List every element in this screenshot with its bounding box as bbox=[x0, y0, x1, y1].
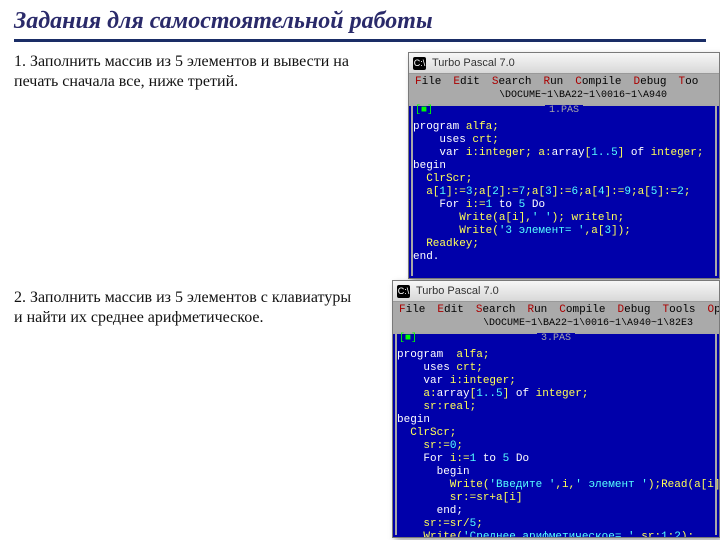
task-1-text: 1. Заполнить массив из 5 элементов и выв… bbox=[14, 52, 354, 92]
menu-run[interactable]: Run bbox=[537, 75, 569, 89]
path-bar: \DOCUME~1\BA22~1\0016~1\A940 bbox=[409, 90, 719, 104]
close-marker[interactable]: [■] bbox=[399, 333, 417, 344]
ide-window-2: C:\ Turbo Pascal 7.0 File Edit Search Ru… bbox=[392, 280, 720, 538]
editor-border-right bbox=[715, 103, 717, 276]
menu-file[interactable]: File bbox=[409, 75, 447, 89]
file-name: 1.PAS bbox=[545, 105, 583, 116]
path-bar: \DOCUME~1\BA22~1\0016~1\A940~1\82E3 bbox=[393, 318, 719, 332]
window-title: Turbo Pascal 7.0 bbox=[432, 57, 515, 69]
menu-compile[interactable]: Compile bbox=[553, 303, 611, 317]
title-rule bbox=[14, 39, 706, 42]
menu-search[interactable]: Search bbox=[470, 303, 522, 317]
close-marker[interactable]: [■] bbox=[415, 105, 433, 116]
menu-bar: File Edit Search Run Compile Debug Too bbox=[409, 74, 719, 90]
menu-options[interactable]: Opt bbox=[702, 303, 719, 317]
menu-debug[interactable]: Debug bbox=[612, 303, 657, 317]
app-icon: C:\ bbox=[397, 285, 410, 298]
menu-tools[interactable]: Too bbox=[673, 75, 705, 89]
window-titlebar: C:\ Turbo Pascal 7.0 bbox=[393, 281, 719, 302]
menu-tools[interactable]: Tools bbox=[657, 303, 702, 317]
content-area: 1. Заполнить массив из 5 элементов и выв… bbox=[0, 52, 720, 532]
menu-debug[interactable]: Debug bbox=[628, 75, 673, 89]
menu-file[interactable]: File bbox=[393, 303, 431, 317]
menu-edit[interactable]: Edit bbox=[447, 75, 485, 89]
menu-bar: File Edit Search Run Compile Debug Tools… bbox=[393, 302, 719, 318]
menu-compile[interactable]: Compile bbox=[569, 75, 627, 89]
editor-border-left bbox=[395, 331, 397, 535]
window-title: Turbo Pascal 7.0 bbox=[416, 285, 499, 297]
window-titlebar: C:\ Turbo Pascal 7.0 bbox=[409, 53, 719, 74]
menu-search[interactable]: Search bbox=[486, 75, 538, 89]
editor-border-left bbox=[411, 103, 413, 276]
task-2-text: 2. Заполнить массив из 5 элементов с кла… bbox=[14, 288, 354, 328]
editor-border-right bbox=[715, 331, 717, 535]
app-icon: C:\ bbox=[413, 57, 426, 70]
editor-header: [■] 1.PAS bbox=[409, 104, 719, 119]
code-area[interactable]: program alfa; uses crt; var i:integer; a… bbox=[393, 347, 719, 538]
ide-window-1: C:\ Turbo Pascal 7.0 File Edit Search Ru… bbox=[408, 52, 720, 279]
menu-run[interactable]: Run bbox=[521, 303, 553, 317]
editor-header: [■] 3.PAS bbox=[393, 332, 719, 347]
code-area[interactable]: program alfa; uses crt; var i:integer; a… bbox=[409, 119, 719, 268]
menu-edit[interactable]: Edit bbox=[431, 303, 469, 317]
page-title: Задания для самостоятельной работы bbox=[0, 0, 720, 39]
file-name: 3.PAS bbox=[537, 333, 575, 344]
